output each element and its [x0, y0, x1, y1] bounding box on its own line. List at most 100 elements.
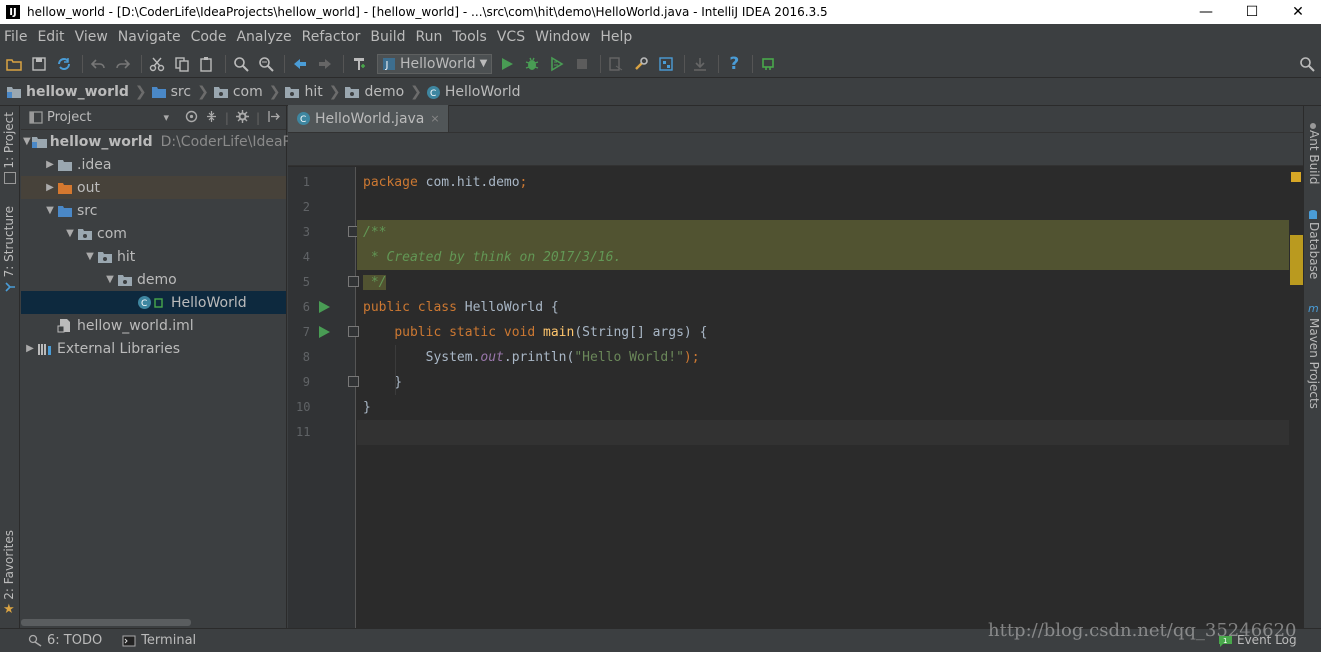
tree-item-src[interactable]: ▼ src [21, 199, 286, 222]
run-class-icon[interactable] [319, 301, 330, 313]
nav-crumb-project[interactable]: hellow_world [6, 84, 129, 100]
redo-icon[interactable] [112, 53, 134, 75]
menu-file[interactable]: File [0, 24, 33, 50]
tab-database[interactable]: Database [1307, 222, 1321, 279]
open-folder-icon[interactable] [3, 53, 25, 75]
menu-run[interactable]: Run [412, 24, 449, 50]
tree-item-demo[interactable]: ▼ demo [21, 268, 286, 291]
menu-build[interactable]: Build [366, 24, 411, 50]
source-folder-icon [151, 85, 167, 99]
menu-navigate[interactable]: Navigate [114, 24, 187, 50]
tab-project[interactable]: 1: Project [2, 112, 16, 169]
settings-icon[interactable] [630, 53, 652, 75]
gutter-line: 6 [288, 295, 356, 320]
plugin-icon[interactable] [757, 53, 779, 75]
nav-crumb-com[interactable]: com [213, 84, 263, 100]
tab-favorites[interactable]: 2: Favorites [2, 530, 16, 600]
nav-crumb-class[interactable]: C HelloWorld [426, 84, 521, 100]
paste-icon[interactable] [196, 53, 218, 75]
help-icon[interactable]: ? [723, 53, 745, 75]
java-class-icon: C [137, 295, 169, 310]
code-line-current [357, 420, 1289, 445]
project-structure-icon[interactable] [655, 53, 677, 75]
run-icon[interactable] [496, 53, 518, 75]
expanded-arrow-icon[interactable]: ▼ [63, 228, 77, 239]
forward-icon[interactable] [314, 53, 336, 75]
view-mode-dropdown[interactable]: ▾ [163, 111, 169, 124]
horizontal-scrollbar[interactable] [21, 619, 191, 626]
menu-vcs[interactable]: VCS [493, 24, 531, 50]
collapse-all-icon[interactable] [205, 110, 218, 126]
tree-item-external-libraries[interactable]: ▶ External Libraries [21, 337, 286, 360]
code-editor[interactable]: package com.hit.demo; /** * Created by t… [357, 167, 1289, 628]
menu-tools[interactable]: Tools [448, 24, 493, 50]
tab-structure[interactable]: 7: Structure [2, 206, 16, 277]
coverage-icon[interactable] [546, 53, 568, 75]
run-method-icon[interactable] [319, 326, 330, 338]
gear-icon[interactable] [235, 109, 249, 126]
tree-item-com[interactable]: ▼ com [21, 222, 286, 245]
menu-view[interactable]: View [71, 24, 114, 50]
search-everywhere-icon[interactable] [1296, 53, 1318, 75]
tree-item-hit[interactable]: ▼ hit [21, 245, 286, 268]
close-tab-icon[interactable]: × [430, 112, 439, 125]
debug-icon[interactable] [521, 53, 543, 75]
menu-window[interactable]: Window [531, 24, 596, 50]
nav-crumb-src[interactable]: src [151, 84, 191, 100]
vcs-icon[interactable] [605, 53, 627, 75]
menu-edit[interactable]: Edit [33, 24, 70, 50]
run-configuration-select[interactable]: J HelloWorld ▼ [377, 53, 493, 74]
event-log-button[interactable]: 1 Event Log [1218, 633, 1297, 647]
copy-icon[interactable] [171, 53, 193, 75]
todo-tool-button[interactable]: 6: TODO [28, 633, 102, 648]
sync-icon[interactable] [53, 53, 75, 75]
tree-item-hellow-world-iml[interactable]: hellow_world.iml [21, 314, 286, 337]
hide-panel-icon[interactable] [267, 110, 280, 126]
cut-icon[interactable] [146, 53, 168, 75]
menu-refactor[interactable]: Refactor [298, 24, 367, 50]
scroll-from-source-icon[interactable] [185, 110, 198, 126]
gutter-line: 3 [288, 220, 359, 245]
build-project-icon[interactable] [348, 53, 370, 75]
undo-icon[interactable] [87, 53, 109, 75]
collapsed-arrow-icon[interactable]: ▶ [23, 343, 37, 354]
line-number: 7 [302, 325, 310, 339]
java-class-icon: J [383, 57, 395, 71]
tab-maven-projects[interactable]: Maven Projects [1307, 318, 1321, 409]
chevron-down-icon: ▼ [479, 58, 488, 69]
save-icon[interactable] [28, 53, 50, 75]
tree-item-out[interactable]: ▶ out [21, 176, 286, 199]
sdk-download-icon[interactable] [689, 53, 711, 75]
expanded-arrow-icon[interactable]: ▼ [83, 251, 97, 262]
expanded-arrow-icon[interactable]: ▼ [23, 136, 31, 147]
stop-icon[interactable] [571, 53, 593, 75]
error-stripe[interactable] [1289, 167, 1303, 628]
iml-file-icon [57, 318, 75, 333]
menu-code[interactable]: Code [187, 24, 233, 50]
back-icon[interactable] [289, 53, 311, 75]
replace-icon[interactable] [255, 53, 277, 75]
scroll-marker[interactable] [1290, 235, 1303, 285]
close-window-button[interactable]: ✕ [1275, 0, 1321, 24]
terminal-tool-button[interactable]: Terminal [122, 633, 196, 648]
collapsed-arrow-icon[interactable]: ▶ [43, 182, 57, 193]
tree-item-hellow-world[interactable]: ▼ hellow_world D:\CoderLife\IdeaP [21, 130, 291, 153]
menu-help[interactable]: Help [596, 24, 638, 50]
tab-helloworld-java[interactable]: C HelloWorld.java × [288, 105, 449, 132]
gutter-line: 11 [288, 420, 356, 445]
nav-crumb-demo[interactable]: demo [344, 84, 404, 100]
tree-item-idea[interactable]: ▶ .idea [21, 153, 286, 176]
inspection-status-icon[interactable] [1291, 172, 1301, 182]
find-icon[interactable] [230, 53, 252, 75]
minimize-button[interactable]: — [1183, 0, 1229, 24]
collapsed-arrow-icon[interactable]: ▶ [43, 159, 57, 170]
maximize-button[interactable]: ☐ [1229, 0, 1275, 24]
menu-bar: File Edit View Navigate Code Analyze Ref… [0, 24, 1321, 50]
menu-analyze[interactable]: Analyze [232, 24, 297, 50]
tree-item-helloworld[interactable]: C HelloWorld [21, 291, 286, 314]
tab-ant-build[interactable]: Ant Build [1307, 130, 1321, 184]
line-number: 11 [296, 425, 311, 439]
expanded-arrow-icon[interactable]: ▼ [43, 205, 57, 216]
nav-crumb-hit[interactable]: hit [284, 84, 323, 100]
expanded-arrow-icon[interactable]: ▼ [103, 274, 117, 285]
